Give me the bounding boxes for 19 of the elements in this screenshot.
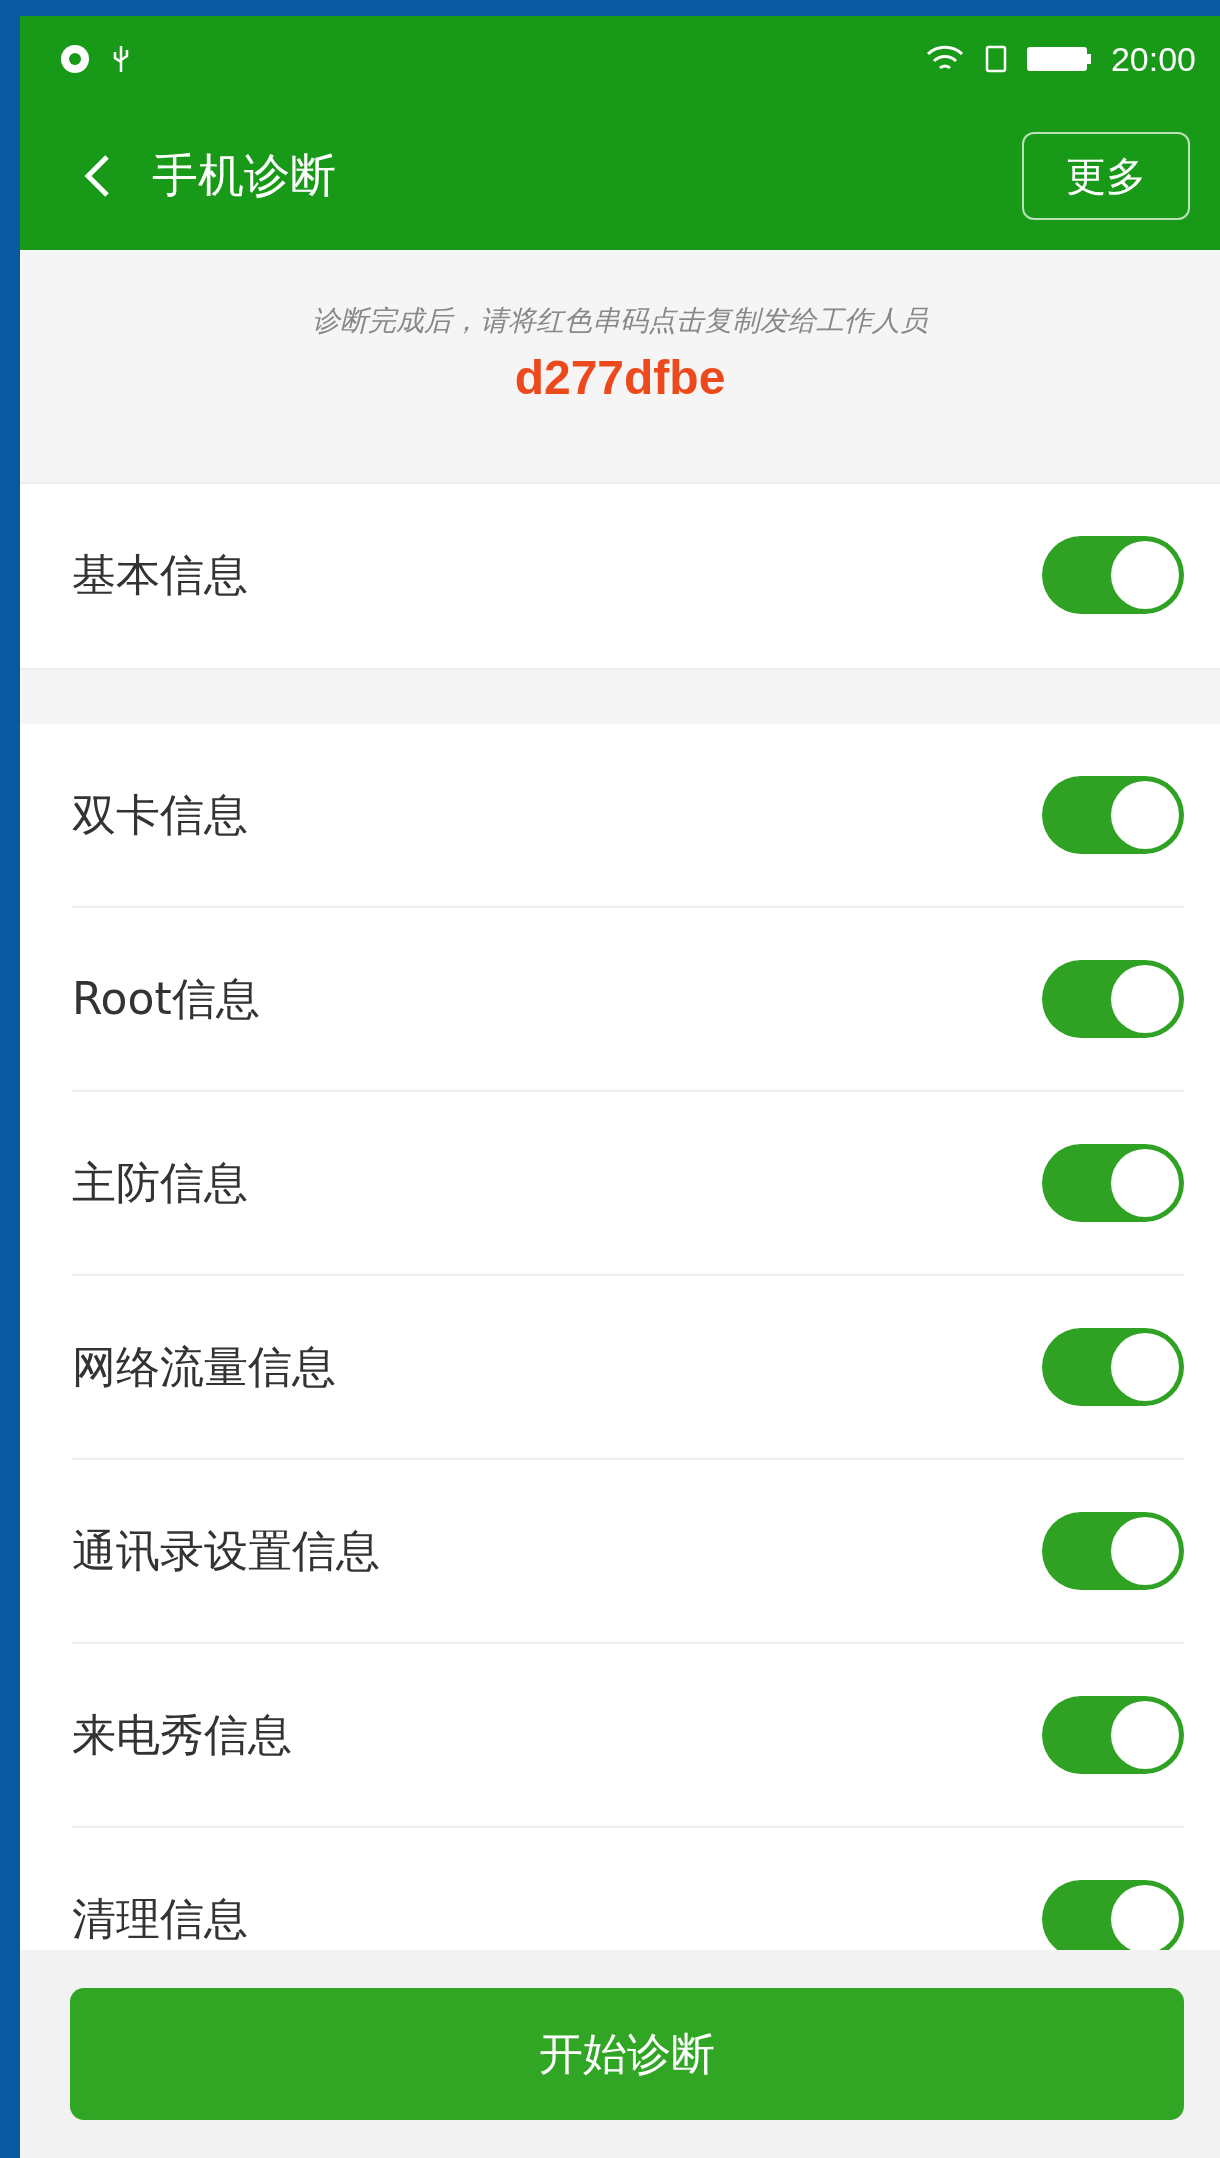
more-button[interactable]: 更多 (1022, 132, 1190, 220)
setting-label: 主防信息 (72, 1155, 249, 1210)
page-title: 手机诊断 (152, 147, 337, 204)
setting-label: 清理信息 (72, 1891, 249, 1946)
back-icon[interactable] (84, 154, 110, 198)
start-diagnosis-button[interactable]: 开始诊断 (70, 1988, 1184, 2120)
sim-icon (984, 44, 1007, 74)
status-time: 20:00 (1110, 39, 1196, 79)
instruction-text: 诊断完成后，请将红色串码点击复制发给工作人员 (312, 303, 928, 339)
setting-label: Root信息 (72, 971, 261, 1026)
setting-label: 网络流量信息 (72, 1339, 337, 1394)
setting-label: 来电秀信息 (72, 1707, 293, 1762)
setting-label: 双卡信息 (72, 787, 249, 842)
diagnostic-code[interactable]: d277dfbe (514, 350, 726, 405)
setting-label: 基本信息 (72, 547, 249, 602)
usb-icon (112, 44, 130, 74)
battery-icon (1026, 45, 1091, 73)
app-icon (60, 44, 90, 74)
setting-label: 通讯录设置信息 (72, 1523, 381, 1578)
